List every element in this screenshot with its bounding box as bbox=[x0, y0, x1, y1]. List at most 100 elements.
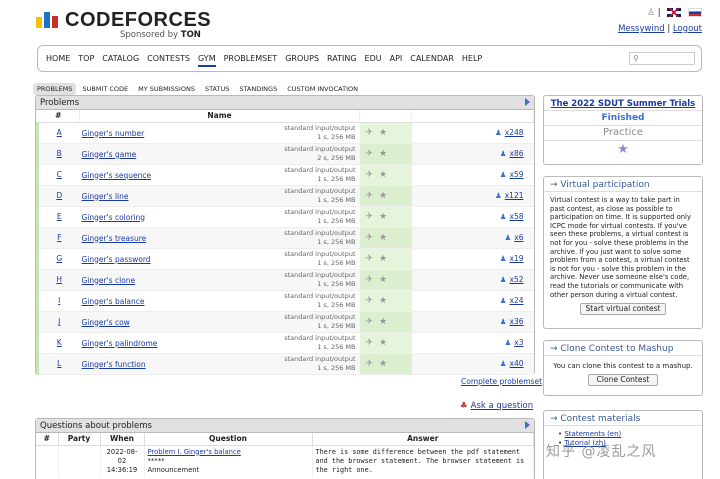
contest-title-link[interactable]: The 2022 SDUT Summer Trials bbox=[551, 99, 696, 109]
problem-name-link[interactable]: Ginger's game bbox=[82, 150, 137, 159]
problem-name-link[interactable]: Ginger's sequence bbox=[82, 171, 152, 180]
submit-icon[interactable]: ✈ bbox=[366, 338, 374, 348]
submit-icon[interactable]: ✈ bbox=[366, 191, 374, 201]
problem-id-link[interactable]: H bbox=[56, 275, 62, 284]
star-icon[interactable]: ★ bbox=[379, 254, 387, 264]
submit-icon[interactable]: ✈ bbox=[366, 170, 374, 180]
problem-name-link[interactable]: Ginger's cow bbox=[82, 318, 130, 327]
problem-name-link[interactable]: Ginger's balance bbox=[82, 297, 145, 306]
problem-name-link[interactable]: Ginger's password bbox=[82, 255, 151, 264]
submit-icon[interactable]: ✈ bbox=[366, 317, 374, 327]
star-icon[interactable]: ★ bbox=[379, 233, 387, 243]
nav-item-problemset[interactable]: PROBLEMSET bbox=[224, 54, 278, 63]
table-row: D Ginger's line standard input/output 1 s, … bbox=[36, 185, 534, 207]
nav-item-calendar[interactable]: CALENDAR bbox=[410, 54, 454, 63]
solved-count-link[interactable]: x52 bbox=[510, 275, 524, 284]
solved-count-link[interactable]: x36 bbox=[510, 317, 524, 326]
problem-id-link[interactable]: D bbox=[56, 191, 62, 200]
logo-text: CODEFORCES bbox=[65, 9, 212, 31]
submit-icon[interactable]: ✈ bbox=[366, 296, 374, 306]
solved-count-link[interactable]: x59 bbox=[510, 170, 524, 179]
nav-item-top[interactable]: TOP bbox=[78, 54, 94, 63]
collapse-arrow-icon[interactable] bbox=[525, 421, 530, 429]
star-icon[interactable]: ★ bbox=[379, 191, 387, 201]
nav-item-edu[interactable]: EDU bbox=[365, 54, 382, 63]
problem-id-link[interactable]: C bbox=[57, 170, 62, 179]
problem-name-link[interactable]: Ginger's treasure bbox=[82, 234, 147, 243]
submit-icon[interactable]: ✈ bbox=[366, 128, 374, 138]
star-icon[interactable]: ★ bbox=[379, 317, 387, 327]
subnav-problems[interactable]: PROBLEMS bbox=[33, 83, 77, 95]
solved-count-link[interactable]: x248 bbox=[505, 128, 524, 137]
solved-count-link[interactable]: x86 bbox=[510, 149, 524, 158]
english-flag-icon[interactable] bbox=[667, 8, 682, 17]
nav-item-rating[interactable]: RATING bbox=[327, 54, 357, 63]
subnav-status[interactable]: STATUS bbox=[201, 83, 233, 95]
submit-icon[interactable]: ✈ bbox=[366, 212, 374, 222]
star-icon[interactable]: ★ bbox=[379, 149, 387, 159]
nav-item-home[interactable]: HOME bbox=[46, 54, 70, 63]
submit-icon[interactable]: ✈ bbox=[366, 149, 374, 159]
star-icon[interactable]: ★ bbox=[379, 212, 387, 222]
search-input[interactable]: ⚲ bbox=[629, 52, 695, 65]
problem-name-link[interactable]: Ginger's line bbox=[82, 192, 129, 201]
star-icon[interactable]: ★ bbox=[544, 141, 702, 157]
start-virtual-contest-button[interactable]: Start virtual contest bbox=[580, 303, 666, 316]
nav-item-help[interactable]: HELP bbox=[462, 54, 482, 63]
problem-id-link[interactable]: F bbox=[57, 233, 61, 242]
problem-id-link[interactable]: J bbox=[58, 317, 60, 326]
problem-name-link[interactable]: Ginger's coloring bbox=[82, 213, 146, 222]
collapse-arrow-icon[interactable] bbox=[525, 98, 530, 106]
submit-icon[interactable]: ✈ bbox=[366, 359, 374, 369]
username-link[interactable]: Messywind bbox=[618, 24, 665, 34]
star-icon[interactable]: ★ bbox=[379, 170, 387, 180]
codeforces-logo[interactable]: CODEFORCES Sponsored by TON bbox=[36, 9, 236, 41]
solved-count-link[interactable]: x24 bbox=[510, 296, 524, 305]
nav-item-groups[interactable]: GROUPS bbox=[285, 54, 319, 63]
star-icon[interactable]: ★ bbox=[379, 128, 387, 138]
nav-item-api[interactable]: API bbox=[390, 54, 403, 63]
russian-flag-icon[interactable] bbox=[688, 8, 702, 17]
complete-problemset-link[interactable]: Complete problemset bbox=[461, 377, 542, 386]
submit-icon[interactable]: ✈ bbox=[366, 275, 374, 285]
solved-count-link[interactable]: x58 bbox=[510, 212, 524, 221]
star-icon[interactable]: ★ bbox=[379, 338, 387, 348]
problem-name-link[interactable]: Ginger's clone bbox=[82, 276, 136, 285]
star-icon[interactable]: ★ bbox=[379, 275, 387, 285]
nav-item-gym[interactable]: GYM bbox=[198, 54, 216, 67]
nav-item-catalog[interactable]: CATALOG bbox=[102, 54, 139, 63]
problem-io: standard input/output bbox=[284, 123, 356, 132]
nav-item-contests[interactable]: CONTESTS bbox=[147, 54, 190, 63]
solved-count-link[interactable]: x40 bbox=[510, 359, 524, 368]
problem-id-link[interactable]: G bbox=[56, 254, 62, 263]
subnav-custom-invocation[interactable]: CUSTOM INVOCATION bbox=[283, 83, 362, 95]
box-title: → Contest materials bbox=[544, 411, 702, 426]
problem-id-link[interactable]: L bbox=[57, 359, 61, 368]
question-problem-link[interactable]: Problem I. Ginger's balance bbox=[148, 448, 241, 456]
problem-id-link[interactable]: B bbox=[57, 149, 62, 158]
problem-id-link[interactable]: I bbox=[58, 296, 60, 305]
solved-count-link[interactable]: x6 bbox=[514, 233, 523, 242]
logout-link[interactable]: Logout bbox=[673, 24, 702, 34]
star-icon[interactable]: ★ bbox=[379, 359, 387, 369]
solved-count-link[interactable]: x19 bbox=[510, 254, 524, 263]
star-icon[interactable]: ★ bbox=[379, 296, 387, 306]
problem-id-link[interactable]: A bbox=[57, 128, 62, 137]
problem-name-link[interactable]: Ginger's function bbox=[82, 360, 146, 369]
ask-question[interactable]: ♣ Ask a question bbox=[460, 401, 533, 411]
submit-icon[interactable]: ✈ bbox=[366, 254, 374, 264]
subnav-submit-code[interactable]: SUBMIT CODE bbox=[78, 83, 132, 95]
contest-info-box: The 2022 SDUT Summer Trials Finished Pra… bbox=[543, 95, 703, 165]
solved-count-link[interactable]: x121 bbox=[505, 191, 524, 200]
material-link[interactable]: Statements (en) bbox=[564, 430, 621, 438]
submit-icon[interactable]: ✈ bbox=[366, 233, 374, 243]
problem-name-link[interactable]: Ginger's palindrome bbox=[82, 339, 158, 348]
solved-count-link[interactable]: x3 bbox=[514, 338, 523, 347]
clone-contest-button[interactable]: Clone Contest bbox=[588, 374, 658, 386]
subnav-standings[interactable]: STANDINGS bbox=[235, 83, 281, 95]
problem-name-link[interactable]: Ginger's number bbox=[82, 129, 145, 138]
problem-limits: 1 s, 256 MB bbox=[317, 300, 356, 309]
problem-id-link[interactable]: E bbox=[57, 212, 62, 221]
problem-id-link[interactable]: K bbox=[57, 338, 62, 347]
subnav-my-submissions[interactable]: MY SUBMISSIONS bbox=[134, 83, 199, 95]
